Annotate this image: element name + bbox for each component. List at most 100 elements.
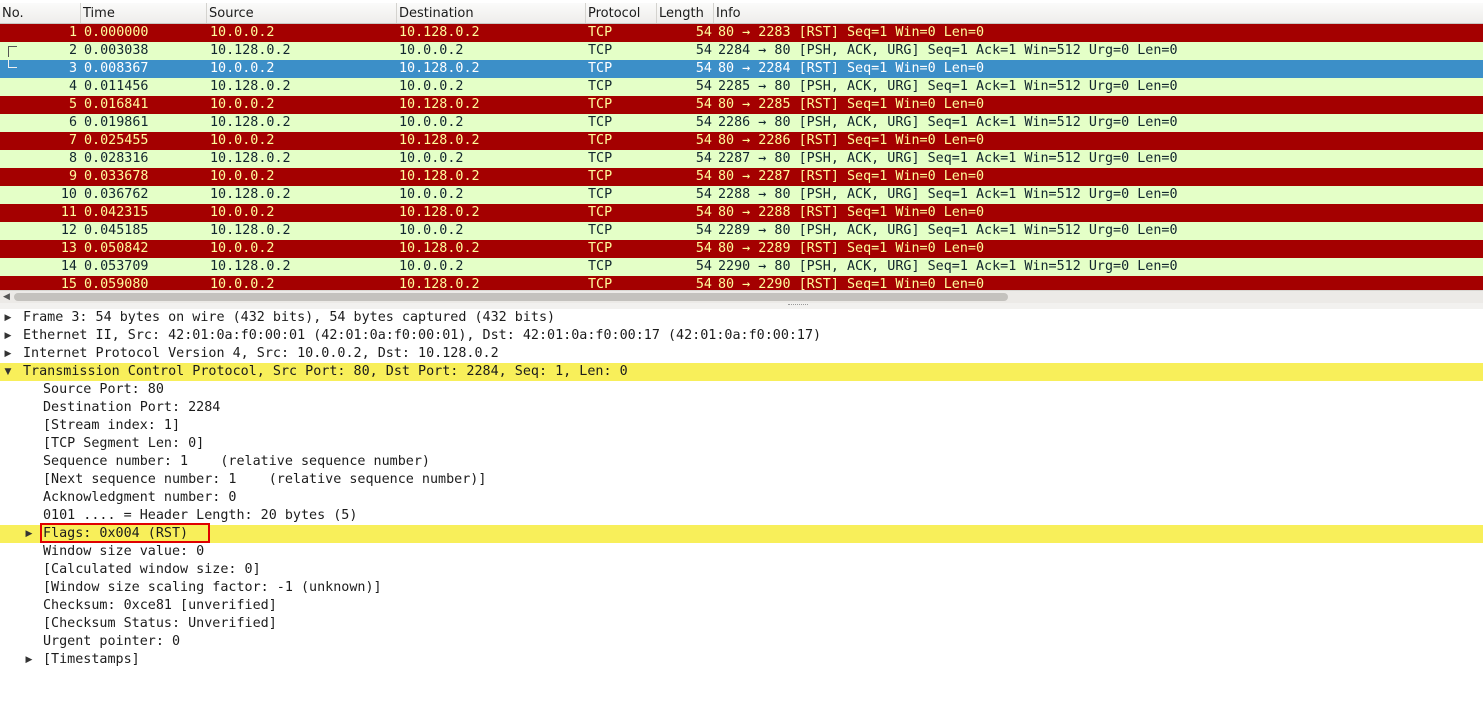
packet-list: No. Time Source Destination Protocol Len… <box>0 0 1483 290</box>
packet-list-header: No. Time Source Destination Protocol Len… <box>0 3 1483 24</box>
packet-no: 14 <box>60 259 77 274</box>
detail-tree-item[interactable]: [Stream index: 1] <box>0 417 1483 435</box>
detail-tree-item[interactable]: Urgent pointer: 0 <box>0 633 1483 651</box>
packet-info: 80 → 2287 [RST] Seq=1 Win=0 Len=0 <box>718 169 985 184</box>
packet-destination: 10.0.0.2 <box>399 115 464 130</box>
packet-protocol: TCP <box>588 187 613 202</box>
packet-info: 80 → 2288 [RST] Seq=1 Win=0 Len=0 <box>718 205 985 220</box>
packet-protocol: TCP <box>588 43 613 58</box>
scrollbar-thumb[interactable] <box>14 293 1008 301</box>
detail-tree-item[interactable]: Destination Port: 2284 <box>0 399 1483 417</box>
detail-tree-item[interactable]: Checksum: 0xce81 [unverified] <box>0 597 1483 615</box>
packet-row[interactable]: 15 0.059080 10.0.0.2 10.128.0.2 TCP 54 80 → 22… <box>0 276 1483 290</box>
packet-row[interactable]: 14 0.053709 10.128.0.2 10.0.0.2 TCP 54 2290 → … <box>0 258 1483 276</box>
packet-row[interactable]: 4 0.011456 10.128.0.2 10.0.0.2 TCP 54 2285 → 8… <box>0 78 1483 96</box>
packet-row[interactable]: 12 0.045185 10.128.0.2 10.0.0.2 TCP 54 2289 → … <box>0 222 1483 240</box>
expanded-arrow-icon[interactable]: ▼ <box>3 363 13 381</box>
packet-time: 0.028316 <box>84 151 149 166</box>
column-header-destination[interactable]: Destination <box>396 3 585 23</box>
detail-tree-item[interactable]: Window size value: 0 <box>0 543 1483 561</box>
splitter-grip-icon[interactable] <box>788 304 808 308</box>
column-header-time[interactable]: Time <box>80 3 206 23</box>
detail-tree-item[interactable]: ▶ Frame 3: 54 bytes on wire (432 bits), 5… <box>0 309 1483 327</box>
packet-row[interactable]: 1 0.000000 10.0.0.2 10.128.0.2 TCP 54 80 → 228… <box>0 24 1483 42</box>
detail-tree-item[interactable]: ▶ Flags: 0x004 (RST) <box>0 523 1483 543</box>
packet-protocol: TCP <box>588 169 613 184</box>
detail-tree-item[interactable]: Acknowledgment number: 0 <box>0 489 1483 507</box>
detail-tree-item[interactable]: ▼ Transmission Control Protocol, Src Port… <box>0 363 1483 381</box>
packet-row[interactable]: 7 0.025455 10.0.0.2 10.128.0.2 TCP 54 80 → 228… <box>0 132 1483 150</box>
detail-tree-item[interactable]: [Checksum Status: Unverified] <box>0 615 1483 633</box>
collapsed-arrow-icon[interactable]: ▶ <box>3 327 13 345</box>
packet-time: 0.036762 <box>84 187 149 202</box>
packet-row[interactable]: 13 0.050842 10.0.0.2 10.128.0.2 TCP 54 80 → 22… <box>0 240 1483 258</box>
packet-protocol: TCP <box>588 151 613 166</box>
detail-tree-item[interactable]: ▶ Ethernet II, Src: 42:01:0a:f0:00:01 (42… <box>0 327 1483 345</box>
packet-row[interactable]: 5 0.016841 10.0.0.2 10.128.0.2 TCP 54 80 → 228… <box>0 96 1483 114</box>
packet-length: 54 <box>695 61 712 76</box>
packet-destination: 10.128.0.2 <box>399 61 480 76</box>
packet-row[interactable]: 2 0.003038 10.128.0.2 10.0.0.2 TCP 54 2284 → 8… <box>0 42 1483 60</box>
packet-list-horizontal-scrollbar[interactable]: ◀ <box>0 290 1483 303</box>
packet-row[interactable]: 9 0.033678 10.0.0.2 10.128.0.2 TCP 54 80 → 228… <box>0 168 1483 186</box>
packet-source: 10.128.0.2 <box>210 115 291 130</box>
packet-time: 0.025455 <box>84 133 149 148</box>
detail-tree-label: [Timestamps] <box>43 652 140 667</box>
detail-tree-label: Ethernet II, Src: 42:01:0a:f0:00:01 (42:… <box>23 328 822 343</box>
detail-tree-label: Acknowledgment number: 0 <box>43 490 237 505</box>
packet-length: 54 <box>695 241 712 256</box>
packet-source: 10.128.0.2 <box>210 187 291 202</box>
packet-no: 4 <box>68 79 77 94</box>
scroll-left-arrow-icon[interactable]: ◀ <box>3 292 10 302</box>
packet-row[interactable]: 6 0.019861 10.128.0.2 10.0.0.2 TCP 54 2286 → 8… <box>0 114 1483 132</box>
collapsed-arrow-icon[interactable]: ▶ <box>24 651 34 669</box>
packet-row[interactable]: 11 0.042315 10.0.0.2 10.128.0.2 TCP 54 80 → 22… <box>0 204 1483 222</box>
detail-tree-item[interactable]: ▶ [Timestamps] <box>0 651 1483 669</box>
detail-tree-label: Source Port: 80 <box>43 382 164 397</box>
packet-no: 13 <box>60 241 77 256</box>
detail-tree-item[interactable]: [Calculated window size: 0] <box>0 561 1483 579</box>
detail-tree-item[interactable]: [TCP Segment Len: 0] <box>0 435 1483 453</box>
collapsed-arrow-icon[interactable]: ▶ <box>3 345 13 363</box>
packet-source: 10.0.0.2 <box>210 277 275 290</box>
packet-protocol: TCP <box>588 97 613 112</box>
packet-row[interactable]: 10 0.036762 10.128.0.2 10.0.0.2 TCP 54 2288 → … <box>0 186 1483 204</box>
packet-row[interactable]: 8 0.028316 10.128.0.2 10.0.0.2 TCP 54 2287 → 8… <box>0 150 1483 168</box>
related-packet-marker-icon <box>8 60 17 68</box>
packet-info: 2287 → 80 [PSH, ACK, URG] Seq=1 Ack=1 Wi… <box>718 151 1178 166</box>
detail-tree-label: [Next sequence number: 1 (relative seque… <box>43 472 487 487</box>
annotation-highlight-box <box>40 523 210 543</box>
column-header-no[interactable]: No. <box>0 3 80 23</box>
related-packet-marker-icon <box>8 46 17 57</box>
packet-length: 54 <box>695 97 712 112</box>
column-header-source[interactable]: Source <box>206 3 396 23</box>
detail-tree-item[interactable]: Source Port: 80 <box>0 381 1483 399</box>
detail-tree-label: Window size value: 0 <box>43 544 205 559</box>
column-header-length[interactable]: Length <box>656 3 713 23</box>
packet-destination: 10.0.0.2 <box>399 223 464 238</box>
packet-destination: 10.128.0.2 <box>399 25 480 40</box>
packet-time: 0.059080 <box>84 277 149 290</box>
detail-tree-label: Transmission Control Protocol, Src Port:… <box>23 364 628 379</box>
packet-destination: 10.128.0.2 <box>399 205 480 220</box>
collapsed-arrow-icon[interactable]: ▶ <box>24 525 34 543</box>
packet-time: 0.033678 <box>84 169 149 184</box>
packet-protocol: TCP <box>588 259 613 274</box>
detail-tree-item[interactable]: 0101 .... = Header Length: 20 bytes (5) <box>0 507 1483 525</box>
packet-info: 80 → 2285 [RST] Seq=1 Win=0 Len=0 <box>718 97 985 112</box>
detail-tree-item[interactable]: [Window size scaling factor: -1 (unknown… <box>0 579 1483 597</box>
detail-tree-item[interactable]: Sequence number: 1 (relative sequence nu… <box>0 453 1483 471</box>
packet-row[interactable]: 3 0.008367 10.0.0.2 10.128.0.2 TCP 54 80 → 228… <box>0 60 1483 78</box>
packet-source: 10.128.0.2 <box>210 79 291 94</box>
detail-tree-item[interactable]: [Next sequence number: 1 (relative seque… <box>0 471 1483 489</box>
packet-source: 10.0.0.2 <box>210 133 275 148</box>
column-header-info[interactable]: Info <box>713 3 1483 23</box>
detail-tree-label: [Calculated window size: 0] <box>43 562 261 577</box>
packet-info: 80 → 2289 [RST] Seq=1 Win=0 Len=0 <box>718 241 985 256</box>
packet-length: 54 <box>695 115 712 130</box>
packet-time: 0.050842 <box>84 241 149 256</box>
column-header-protocol[interactable]: Protocol <box>585 3 656 23</box>
collapsed-arrow-icon[interactable]: ▶ <box>3 309 13 327</box>
packet-length: 54 <box>695 259 712 274</box>
detail-tree-item[interactable]: ▶ Internet Protocol Version 4, Src: 10.0.… <box>0 345 1483 363</box>
